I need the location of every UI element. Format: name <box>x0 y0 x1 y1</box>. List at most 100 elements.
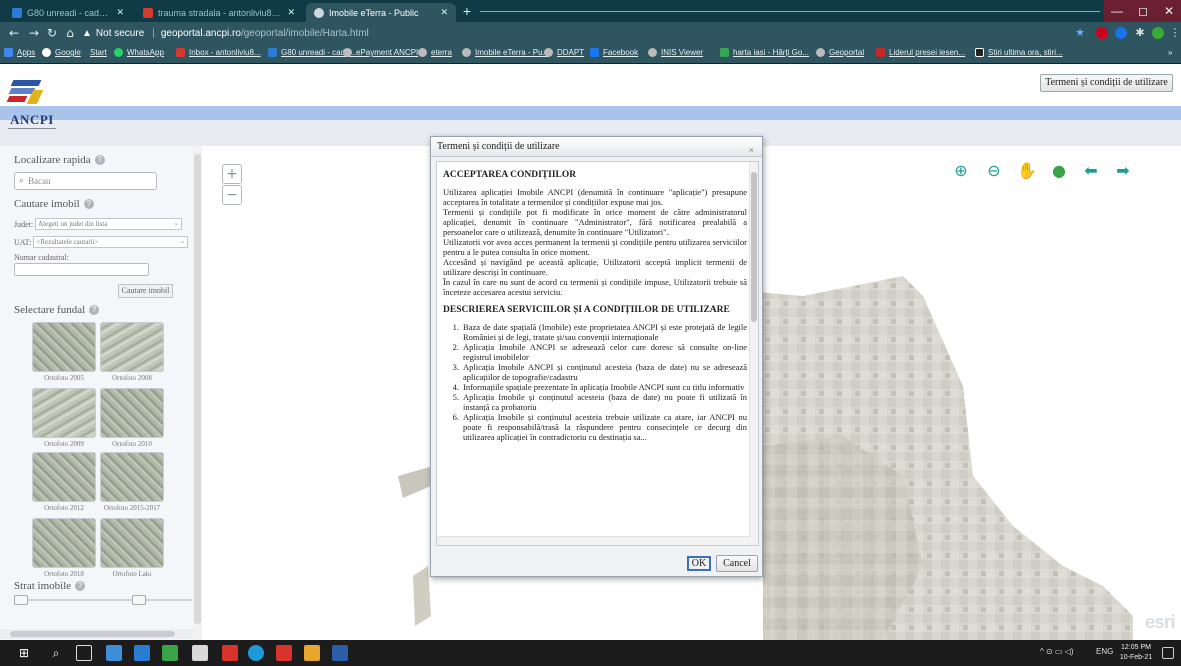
pan-hand-icon[interactable]: ✋ <box>1016 160 1038 182</box>
search-icon[interactable]: ⌕ <box>48 645 64 661</box>
background-ortofoto-2008[interactable]: Ortofoto 2008 <box>100 322 164 384</box>
profile-avatar[interactable] <box>1152 27 1164 39</box>
help-icon[interactable]: ? <box>89 305 100 315</box>
chrome-icon[interactable] <box>248 645 264 661</box>
next-extent-arrow-icon[interactable]: ➡ <box>1112 160 1134 182</box>
zoom-out-tool-icon[interactable]: ⊖ <box>983 160 1005 182</box>
background-ortofoto-2010[interactable]: Ortofoto 2010 <box>100 388 164 450</box>
bookmark-facebook[interactable]: Facebook <box>590 48 638 57</box>
dialog-vertical-scrollbar[interactable] <box>749 162 758 545</box>
back-arrow-icon[interactable]: ← <box>6 25 22 41</box>
outlook-icon <box>12 7 22 18</box>
bookmark-inbox[interactable]: Inbox - antonliviu8... <box>176 48 261 57</box>
background-ortofoto-2018[interactable]: Ortofoto 2018 <box>32 518 96 580</box>
help-icon[interactable]: ? <box>83 199 94 209</box>
notifications-icon[interactable] <box>1162 647 1174 659</box>
bookmarks-bar: Apps Google Start WhatsApp Inbox - anton… <box>0 44 1181 64</box>
bookmark-harta-iasi[interactable]: harta iasi - Hărți Go... <box>720 48 809 57</box>
store-icon[interactable] <box>106 645 122 661</box>
new-tab-button[interactable]: + <box>458 4 476 20</box>
background-ortofoto-2009[interactable]: Ortofoto 2009 <box>32 388 96 450</box>
language-indicator[interactable]: ENG <box>1096 647 1113 656</box>
browser-tab-0[interactable]: G80 unreadi - cadastru_experti... ✕ <box>4 3 132 22</box>
minimize-button[interactable]: — <box>1104 0 1130 22</box>
maximize-button[interactable]: ◻ <box>1130 0 1156 22</box>
extension-icon[interactable] <box>1115 27 1127 39</box>
zoom-in-tool-icon[interactable]: ⊕ <box>950 160 972 182</box>
slider-handle[interactable] <box>132 595 146 605</box>
slider-handle[interactable] <box>14 595 28 605</box>
background-ortofoto-2005[interactable]: Ortofoto 2005 <box>32 322 96 384</box>
county-select[interactable]: Alegeti un judet din lista ⌄ <box>35 218 183 230</box>
bookmarks-overflow-button[interactable]: » <box>1168 48 1172 57</box>
list-item: 3. Aplicația Imobile ANCPI și conținutul … <box>452 362 747 382</box>
terms-list: 1. Baza de date spațială (Imobile) este p… <box>443 322 747 442</box>
close-icon[interactable]: ✕ <box>287 7 295 18</box>
background-ortofoto-2015-2017[interactable]: Ortofoto 2015-2017 <box>100 452 164 514</box>
acrobat-icon[interactable] <box>276 645 292 661</box>
ok-button[interactable]: OK <box>687 556 711 571</box>
terms-dialog: Termeni și condiții de utilizare × ACCEP… <box>430 136 763 577</box>
adblock-icon[interactable] <box>1096 27 1108 39</box>
cancel-button[interactable]: Cancel <box>716 555 758 572</box>
background-ortofoto-laki[interactable]: Ortofoto Lakı <box>100 518 164 580</box>
forward-arrow-icon[interactable]: → <box>26 25 42 41</box>
bookmark-start[interactable]: Start <box>90 48 107 57</box>
help-icon[interactable]: ? <box>94 155 105 165</box>
uat-select[interactable]: <Rezultatele cautarii> ⌄ <box>33 236 189 248</box>
bookmark-apps[interactable]: Apps <box>4 48 35 57</box>
close-icon[interactable]: ✕ <box>116 7 124 18</box>
chevron-down-icon: ⌄ <box>179 237 186 245</box>
tab-title: trauma stradala - antonliviu85@... <box>158 7 282 18</box>
globe-icon <box>314 7 324 18</box>
left-panel-scrollbar[interactable] <box>193 146 202 640</box>
url-field[interactable]: ▲ Not secure | geoportal.ancpi.ro /geopo… <box>82 25 1032 41</box>
bookmark-google[interactable]: Google <box>42 48 81 57</box>
clock[interactable]: 12:05 PM 10-Feb-21 <box>1116 643 1156 663</box>
bookmark-whatsapp[interactable]: WhatsApp <box>114 48 164 57</box>
windows-start-icon[interactable]: ⊞ <box>16 645 32 661</box>
app-icon[interactable] <box>332 645 348 661</box>
header-band <box>0 106 1181 120</box>
browser-tab-1[interactable]: trauma stradala - antonliviu85@... ✕ <box>135 3 303 22</box>
app-icon[interactable] <box>304 645 320 661</box>
browser-tab-active[interactable]: Imobile eTerra - Public ✕ <box>306 3 456 22</box>
puzzle-icon[interactable]: ✱ <box>1134 27 1146 39</box>
home-icon[interactable]: ⌂ <box>62 25 78 41</box>
close-icon[interactable]: × <box>749 140 754 160</box>
bookmark-imobile[interactable]: Imobile eTerra - Pu... <box>462 48 549 57</box>
zoom-in-button[interactable]: + <box>222 164 242 184</box>
bookmark-geoportal[interactable]: Geoportal <box>816 48 864 57</box>
acrobat-icon[interactable] <box>222 645 238 661</box>
menu-dots-icon[interactable]: ⋮ <box>1169 27 1181 39</box>
zoom-out-button[interactable]: − <box>222 185 242 205</box>
esri-logo: esri <box>1145 612 1176 632</box>
location-search-input[interactable]: ⌕ Bacau <box>14 172 157 190</box>
terms-button[interactable]: Termeni și condiții de utilizare <box>1040 74 1173 92</box>
star-icon[interactable]: ★ <box>1074 27 1086 39</box>
help-icon[interactable]: ? <box>75 581 86 591</box>
app-icon[interactable] <box>162 645 178 661</box>
bookmark-epayment[interactable]: ePayment ANCPI <box>343 48 418 57</box>
dialog-title: Termeni și condiții de utilizare <box>437 141 560 152</box>
bookmark-liderul[interactable]: Liderul presei iesen... <box>876 48 965 57</box>
close-window-button[interactable]: ✕ <box>1156 0 1181 22</box>
layer-opacity-slider[interactable] <box>14 595 192 605</box>
bookmark-eterra[interactable]: eterra <box>418 48 452 57</box>
calculator-icon[interactable] <box>192 645 208 661</box>
task-view-icon[interactable] <box>76 645 92 661</box>
previous-extent-arrow-icon[interactable]: ⬅ <box>1080 160 1102 182</box>
full-extent-globe-icon[interactable]: ● <box>1048 160 1070 182</box>
app-icon[interactable] <box>134 645 150 661</box>
tray-icons[interactable]: ^ ⊙ ▭ ◁) <box>1040 647 1074 656</box>
reload-icon[interactable]: ↻ <box>44 25 60 41</box>
dialog-horizontal-scrollbar[interactable] <box>437 536 750 545</box>
bookmark-inis-viewer[interactable]: INIS Viewer <box>648 48 703 57</box>
left-panel-hscrollbar[interactable] <box>0 629 193 639</box>
close-icon[interactable]: ✕ <box>440 7 448 18</box>
cadastral-number-input[interactable] <box>14 263 149 276</box>
property-search-button[interactable]: Cautare imobil <box>118 284 173 298</box>
bookmark-ddapt[interactable]: DDAPT <box>544 48 584 57</box>
background-ortofoto-2012[interactable]: Ortofoto 2012 <box>32 452 96 514</box>
bookmark-stiri[interactable]: Stiri ultima ora, stiri... <box>975 48 1063 57</box>
